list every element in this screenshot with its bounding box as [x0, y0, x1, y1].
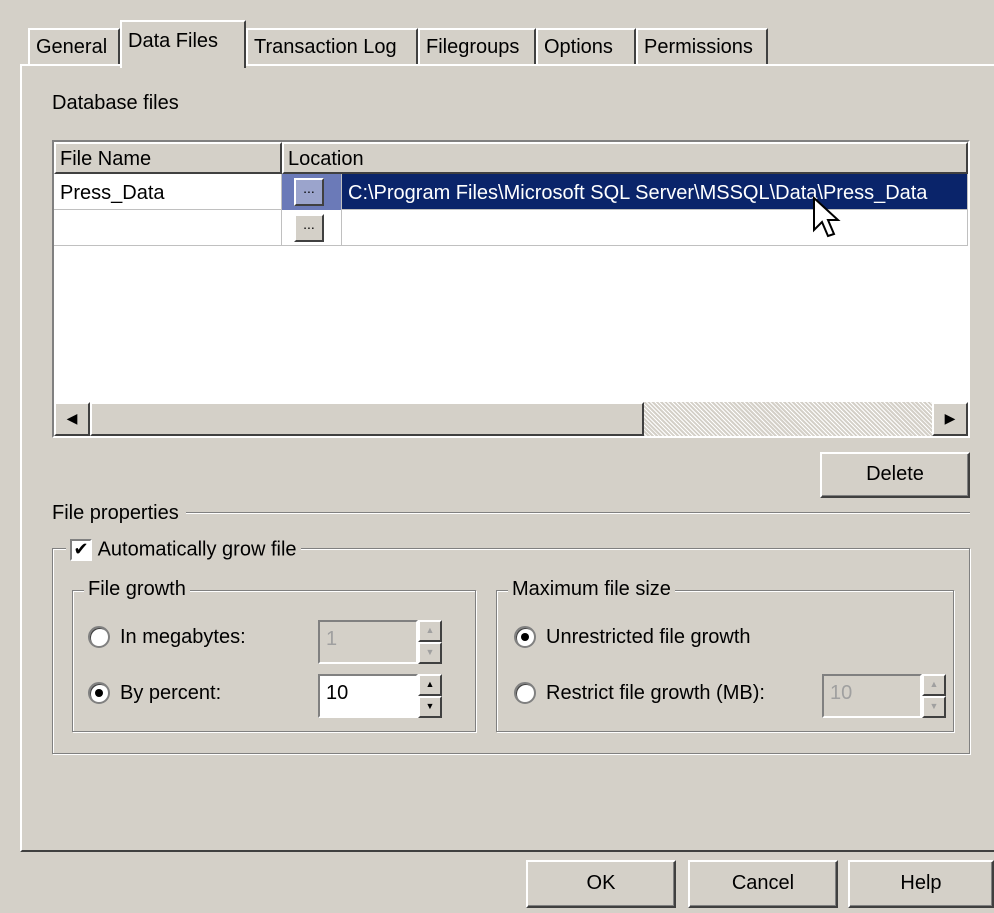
spin-up-icon[interactable]: ▲	[922, 674, 946, 696]
browse-location-button-empty[interactable]: ...	[294, 214, 324, 242]
restrict-label: Restrict file growth (MB):	[546, 682, 765, 704]
by-percent-radio[interactable]	[88, 682, 110, 704]
file-properties-label: File properties	[52, 502, 179, 524]
spin-down-icon[interactable]: ▼	[922, 696, 946, 718]
auto-grow-label: Automatically grow file	[97, 538, 297, 561]
column-header-location[interactable]: Location	[282, 142, 968, 174]
unrestricted-radio[interactable]	[514, 626, 536, 648]
by-percent-label: By percent:	[120, 682, 222, 704]
scroll-left-icon[interactable]: ◀	[54, 402, 90, 436]
tab-filegroups[interactable]: Filegroups	[418, 28, 536, 66]
tab-options[interactable]: Options	[536, 28, 636, 66]
restrict-radio[interactable]	[514, 682, 536, 704]
file-properties-divider	[186, 512, 970, 514]
tab-transaction-log[interactable]: Transaction Log	[246, 28, 418, 66]
spin-down-icon[interactable]: ▼	[418, 642, 442, 664]
spin-up-icon[interactable]: ▲	[418, 674, 442, 696]
by-percent-input[interactable]: 10	[318, 674, 418, 718]
table-row-file-name[interactable]: Press_Data	[54, 174, 282, 210]
browse-location-button[interactable]: ...	[294, 178, 324, 206]
column-header-file-name[interactable]: File Name	[54, 142, 282, 174]
restrict-input[interactable]: 10	[822, 674, 922, 718]
in-megabytes-input[interactable]: 1	[318, 620, 418, 664]
help-button[interactable]: Help	[848, 860, 994, 908]
tab-permissions[interactable]: Permissions	[636, 28, 768, 66]
table-row-location[interactable]: C:\Program Files\Microsoft SQL Server\MS…	[342, 174, 968, 210]
ok-button[interactable]: OK	[526, 860, 676, 908]
in-megabytes-label: In megabytes:	[120, 626, 246, 648]
database-files-label: Database files	[52, 92, 179, 114]
tab-data-files[interactable]: Data Files	[120, 20, 246, 68]
auto-grow-legend: ✔ Automatically grow file	[66, 538, 301, 561]
database-files-grid[interactable]: File Name Location Press_Data ... C:\Pro…	[52, 140, 970, 438]
mouse-cursor-icon	[813, 196, 841, 238]
tab-general[interactable]: General	[28, 28, 120, 66]
max-file-size-legend: Maximum file size	[508, 578, 675, 600]
spin-up-icon[interactable]: ▲	[418, 620, 442, 642]
unrestricted-label: Unrestricted file growth	[546, 626, 751, 648]
table-row-file-name-empty[interactable]	[54, 210, 282, 246]
in-megabytes-radio[interactable]	[88, 626, 110, 648]
file-growth-legend: File growth	[84, 578, 190, 600]
cancel-button[interactable]: Cancel	[688, 860, 838, 908]
spin-down-icon[interactable]: ▼	[418, 696, 442, 718]
delete-button[interactable]: Delete	[820, 452, 970, 498]
scroll-right-icon[interactable]: ▶	[932, 402, 968, 436]
auto-grow-checkbox[interactable]: ✔	[70, 538, 92, 561]
horizontal-scrollbar[interactable]: ◀ ▶	[54, 402, 968, 436]
scrollbar-thumb[interactable]	[90, 402, 644, 436]
table-row-location-empty[interactable]	[342, 210, 968, 246]
